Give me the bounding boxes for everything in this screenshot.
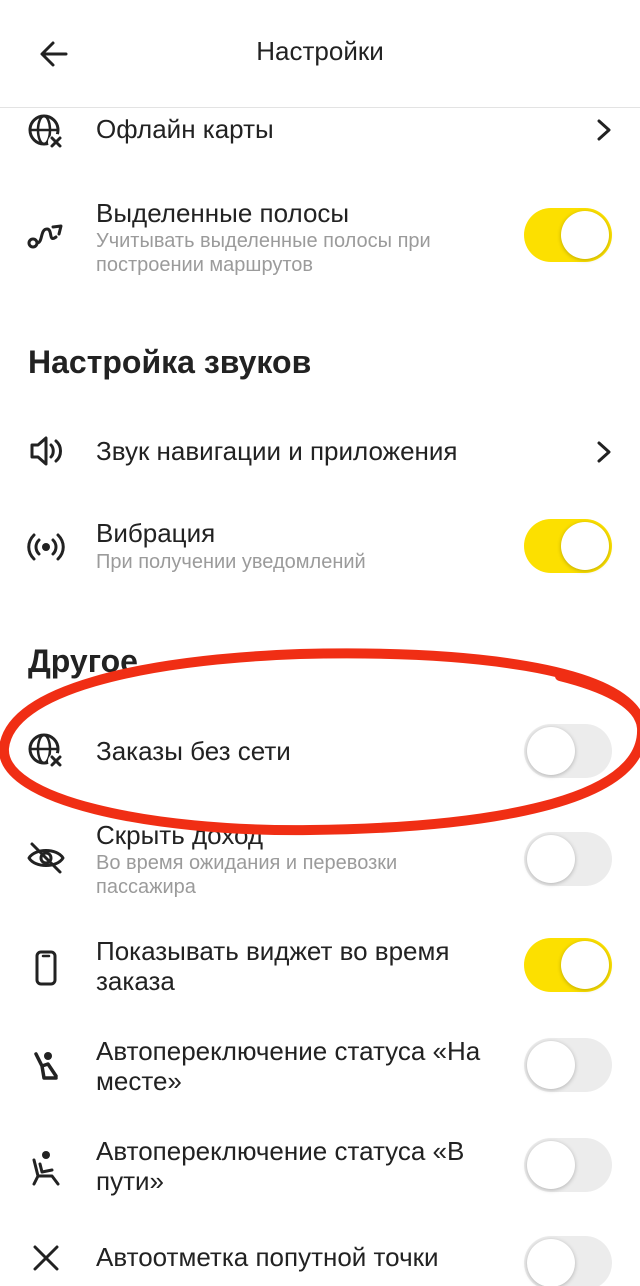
offline-maps-row[interactable]: Офлайн карты bbox=[0, 108, 640, 154]
auto-on-place-title: Автопереключение статуса «На месте» bbox=[96, 1036, 481, 1096]
vibration-row[interactable]: Вибрация При получении уведомлений bbox=[0, 510, 640, 580]
section-title-other: Другое bbox=[28, 643, 138, 679]
auto-on-place-row[interactable]: Автопереключение статуса «На месте» bbox=[0, 1036, 640, 1100]
app-header: Настройки bbox=[0, 0, 640, 108]
vibration-title: Вибрация bbox=[96, 518, 216, 548]
page-title: Настройки bbox=[256, 36, 384, 66]
auto-on-way-toggle[interactable] bbox=[524, 1138, 612, 1192]
toggle-knob bbox=[527, 1041, 575, 1089]
passenger-wave-icon bbox=[24, 1046, 68, 1090]
dedicated-lanes-title: Выделенные полосы bbox=[96, 198, 350, 228]
close-icon bbox=[24, 1236, 68, 1280]
toggle-knob bbox=[527, 835, 575, 883]
globe-cross-icon bbox=[24, 110, 68, 154]
navigation-sound-title: Звук навигации и приложения bbox=[96, 436, 458, 466]
vibration-icon bbox=[24, 525, 68, 569]
show-widget-row[interactable]: Показывать виджет во время заказа bbox=[0, 936, 640, 1000]
vibration-toggle[interactable] bbox=[524, 519, 612, 573]
toggle-knob bbox=[561, 941, 609, 989]
auto-waypoint-toggle[interactable] bbox=[524, 1236, 612, 1286]
dedicated-lanes-toggle[interactable] bbox=[524, 208, 612, 262]
offline-orders-row[interactable]: Заказы без сети bbox=[0, 724, 640, 778]
hide-income-title: Скрыть доход bbox=[96, 820, 264, 850]
toggle-knob bbox=[527, 1141, 575, 1189]
eye-off-icon bbox=[24, 836, 68, 880]
chevron-right-icon bbox=[597, 441, 611, 463]
offline-orders-title: Заказы без сети bbox=[96, 736, 291, 766]
toggle-knob bbox=[527, 727, 575, 775]
globe-cross-icon bbox=[24, 729, 68, 773]
phone-icon bbox=[24, 946, 68, 990]
auto-on-way-row[interactable]: Автопереключение статуса «В пути» bbox=[0, 1136, 640, 1200]
auto-waypoint-title: Автоотметка попутной точки bbox=[96, 1242, 439, 1272]
hide-income-subtitle: Во время ожидания и перевозки пассажира bbox=[96, 852, 398, 898]
auto-on-way-title: Автопереключение статуса «В пути» bbox=[96, 1136, 465, 1196]
route-icon bbox=[24, 212, 68, 256]
toggle-knob bbox=[527, 1239, 575, 1286]
hide-income-toggle[interactable] bbox=[524, 832, 612, 886]
toggle-knob bbox=[561, 211, 609, 259]
vibration-subtitle: При получении уведомлений bbox=[96, 551, 366, 573]
auto-on-place-toggle[interactable] bbox=[524, 1038, 612, 1092]
show-widget-toggle[interactable] bbox=[524, 938, 612, 992]
show-widget-title: Показывать виджет во время заказа bbox=[96, 936, 450, 996]
auto-waypoint-row[interactable]: Автоотметка попутной точки bbox=[0, 1236, 640, 1286]
toggle-knob bbox=[561, 522, 609, 570]
offline-orders-toggle[interactable] bbox=[524, 724, 612, 778]
navigation-sound-row[interactable]: Звук навигации и приложения bbox=[0, 426, 640, 476]
offline-maps-title: Офлайн карты bbox=[96, 114, 274, 144]
hide-income-row[interactable]: Скрыть доход Во время ожидания и перевоз… bbox=[0, 818, 640, 902]
passenger-seat-icon bbox=[24, 1146, 68, 1190]
speaker-icon bbox=[24, 429, 68, 473]
dedicated-lanes-subtitle: Учитывать выделенные полосы при построен… bbox=[96, 230, 431, 276]
dedicated-lanes-row[interactable]: Выделенные полосы Учитывать выделенные п… bbox=[0, 190, 640, 280]
chevron-right-icon bbox=[597, 119, 611, 141]
section-title-sound: Настройка звуков bbox=[28, 344, 312, 380]
